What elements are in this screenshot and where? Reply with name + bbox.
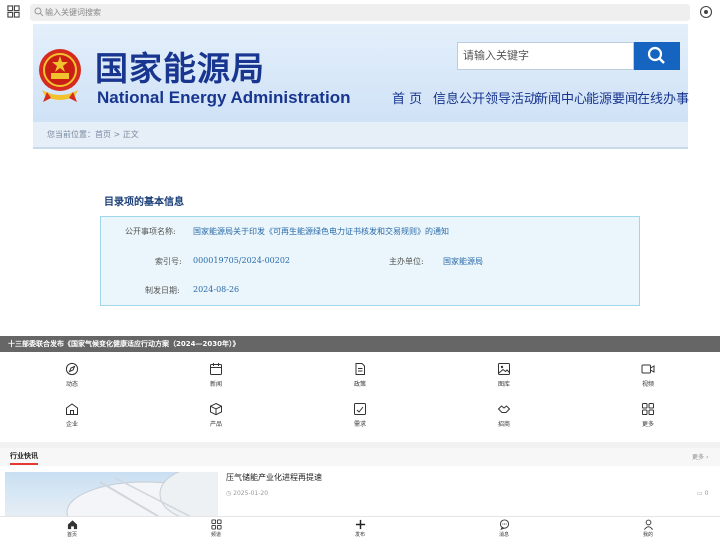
quick-link-label: 政策 (353, 381, 366, 388)
tab-profile[interactable]: 我的 (623, 519, 673, 538)
news-section-title: 行业快讯 (10, 452, 38, 460)
tab-label: 频道 (210, 532, 221, 538)
doc-info-box: 公开事项名称: 国家能源局关于印发《可再生能源绿色电力证书核发和交易规则》的通知… (100, 216, 640, 306)
search-placeholder: 输入关键词搜索 (45, 8, 101, 17)
quick-link-label: 需求 (353, 421, 366, 428)
bottom-tab-bar: 首页 频道 发布 消息 我的 (0, 516, 720, 540)
site-nav-news: 新闻中心 (535, 92, 588, 107)
quick-links-grid: 动态 新闻 政策 图库 视频 企业 产品 需求 招商 更多 (0, 352, 720, 442)
comment-icon: ▭ (697, 490, 703, 497)
tab-label: 消息 (498, 532, 509, 538)
storage-tanks-image (66, 472, 218, 516)
index-value: 000019705/2024-00202 (193, 256, 291, 265)
quick-link-label: 招商 (497, 421, 510, 428)
chevron-right-icon: › (705, 454, 709, 461)
tab-label: 发布 (354, 532, 365, 538)
grid-icon[interactable] (7, 5, 20, 18)
quick-link-products[interactable]: 产品 (186, 394, 246, 428)
quick-link-label: 图库 (497, 381, 510, 388)
date-value: 2024-08-26 (193, 285, 240, 294)
comment-count: 0 (704, 490, 709, 497)
top-bar: 输入关键词搜索 (0, 0, 720, 24)
org-label: 主办单位: (389, 257, 424, 266)
site-nav-services: 在线办事 (637, 92, 690, 107)
quick-link-policy[interactable]: 政策 (330, 354, 390, 388)
quick-link-news[interactable]: 新闻 (186, 354, 246, 388)
more-grid-icon (642, 403, 654, 415)
magnifier-icon (647, 46, 665, 64)
quick-link-investment[interactable]: 招商 (474, 394, 534, 428)
site-search-button (634, 42, 680, 70)
home-icon (67, 520, 77, 530)
news-section-header: 行业快讯 更多 › (0, 448, 720, 466)
document-area: 目录项的基本信息 公开事项名称: 国家能源局关于印发《可再生能源绿色电力证书核发… (33, 149, 688, 336)
tab-messages[interactable]: 消息 (479, 519, 529, 538)
quick-link-dynamics[interactable]: 动态 (42, 354, 102, 388)
quick-link-label: 新闻 (209, 381, 222, 388)
news-list-item[interactable]: 压气储能产业化进程再提速 ◷ 2025-01-20 ▭ 0 (0, 466, 720, 516)
ticker-text: 十三部委联合发布《国家气候变化健康适应行动方案（2024—2030年）》 (8, 340, 240, 348)
quick-link-label: 产品 (209, 421, 222, 428)
more-label: 更多 (692, 454, 705, 461)
news-date-text: 2025-01-20 (233, 490, 269, 497)
national-emblem-icon (39, 49, 81, 102)
news-thumbnail (5, 472, 218, 516)
nea-header-banner: 国家能源局 National Energy Administration 请输入… (33, 24, 690, 122)
search-input[interactable]: 输入关键词搜索 (30, 4, 690, 21)
image-icon (498, 363, 510, 375)
site-nav-leaders: 领导活动 (485, 92, 538, 107)
site-nav-home: 首 页 (392, 92, 423, 107)
video-icon (641, 364, 655, 374)
headline-ticker[interactable]: 十三部委联合发布《国家气候变化健康适应行动方案（2024—2030年）》 (0, 336, 720, 352)
site-search-input: 请输入关键字 (457, 42, 634, 70)
quick-link-video[interactable]: 视频 (618, 354, 678, 388)
section-title-underline (10, 463, 38, 465)
tab-label: 首页 (66, 532, 77, 538)
tab-channel[interactable]: 频道 (191, 519, 241, 538)
channel-icon (210, 519, 222, 530)
date-label: 制发日期: (145, 286, 180, 295)
compass-icon (65, 362, 79, 376)
news-comments: ▭ 0 (697, 490, 708, 497)
quick-link-demand[interactable]: 需求 (330, 394, 390, 428)
user-icon (643, 519, 653, 530)
tab-label: 我的 (642, 532, 653, 538)
quick-link-gallery[interactable]: 图库 (474, 354, 534, 388)
cube-icon (210, 402, 222, 416)
title-label: 公开事项名称: (125, 227, 176, 236)
document-icon (355, 363, 365, 375)
breadcrumb: 您当前位置：首页 > 正文 (47, 130, 139, 139)
site-title-cn: 国家能源局 (95, 49, 265, 88)
title-value: 国家能源局关于印发《可再生能源绿色电力证书核发和交易规则》的通知 (193, 227, 449, 236)
scan-icon[interactable] (699, 5, 713, 19)
hero-banner-image[interactable]: 国家能源局 National Energy Administration 请输入… (0, 24, 720, 336)
building-icon (66, 403, 78, 415)
site-search-placeholder: 请输入关键字 (463, 49, 529, 62)
org-value: 国家能源局 (443, 257, 483, 266)
tab-publish[interactable]: 发布 (335, 519, 385, 538)
quick-link-enterprise[interactable]: 企业 (42, 394, 102, 428)
site-nav-energy-news: 能源要闻 (586, 92, 639, 107)
more-link[interactable]: 更多 › (692, 452, 708, 461)
handshake-icon (497, 405, 511, 413)
quick-link-label: 动态 (65, 381, 78, 388)
index-label: 索引号: (155, 257, 182, 266)
site-nav-info: 信息公开 (433, 92, 486, 107)
request-icon (354, 403, 366, 415)
clock-icon: ◷ (226, 490, 232, 497)
news-headline: 压气储能产业化进程再提速 (226, 473, 322, 482)
message-icon (499, 519, 509, 530)
site-title-en: National Energy Administration (97, 88, 351, 107)
tab-home[interactable]: 首页 (47, 519, 97, 538)
quick-link-label: 更多 (641, 421, 654, 428)
quick-link-more[interactable]: 更多 (618, 394, 678, 428)
calendar-icon (210, 363, 222, 375)
breadcrumb-bar: 您当前位置：首页 > 正文 (33, 122, 688, 149)
news-date: ◷ 2025-01-20 (226, 490, 268, 497)
doc-heading: 目录项的基本信息 (104, 197, 184, 208)
quick-link-label: 视频 (641, 381, 654, 388)
search-icon (34, 7, 44, 17)
plus-icon (355, 519, 365, 530)
quick-link-label: 企业 (65, 421, 78, 428)
